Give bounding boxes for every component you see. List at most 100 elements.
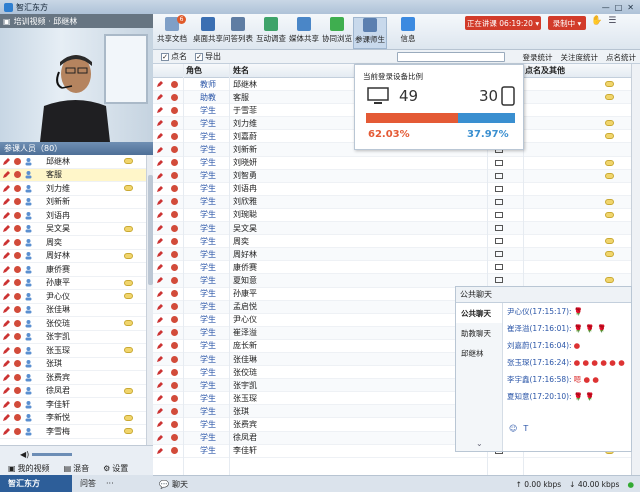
role-cell: 学生 <box>200 236 216 246</box>
chat-tab[interactable]: 邱继林 <box>456 343 502 363</box>
text-format-icon[interactable]: T <box>523 424 528 433</box>
participant-row[interactable]: 张费宾 <box>0 371 146 385</box>
ask-button[interactable]: 问答 <box>80 478 96 489</box>
my-video-button[interactable]: ▣ 我的视频 <box>8 463 50 474</box>
participant-row[interactable]: 客服 <box>0 168 146 182</box>
toolbar-label: 问答列表 <box>223 34 253 43</box>
toolbar-button-7[interactable]: 信息 <box>391 17 425 49</box>
chat-tab[interactable]: 公共聊天 <box>456 303 502 323</box>
emoji-icon[interactable]: ☺ <box>509 424 517 433</box>
col-rollcall[interactable]: 点名及其他 <box>525 65 565 76</box>
participant-row[interactable]: 刘语冉 <box>0 209 146 223</box>
menu-icon[interactable]: ☰ <box>608 16 616 26</box>
participants-scrollbar[interactable] <box>146 155 153 445</box>
name-cell: 客服 <box>233 92 249 102</box>
participant-row[interactable]: 张佼琏 <box>0 317 146 331</box>
participant-row[interactable]: 吴文昊 <box>0 223 146 236</box>
login-stats-link[interactable]: 登录统计 <box>523 52 553 63</box>
settings-button[interactable]: ⚙ 设置 <box>103 463 128 474</box>
device-icon <box>495 198 503 205</box>
grid-row[interactable]: 学生 周好林 <box>153 248 640 262</box>
volume-control[interactable]: ◀) <box>20 450 73 459</box>
maximize-icon[interactable]: □ <box>615 3 623 12</box>
participant-row[interactable]: 尹心仪 <box>0 290 146 304</box>
rollcall-stats-link[interactable]: 点名统计 <box>606 52 636 63</box>
follow-stats-link[interactable]: 关注度统计 <box>561 52 599 63</box>
name-cell: 庞长新 <box>233 341 257 351</box>
col-name[interactable]: 姓名 <box>233 65 249 76</box>
rollcall-checkbox[interactable]: ✓ 点名 <box>161 51 187 62</box>
grid-row[interactable]: 学生 刘晓妍 <box>153 157 640 170</box>
toolbar-button-3[interactable]: 互动调查 <box>254 17 288 49</box>
toolbar-button-1[interactable]: 桌面共享 <box>191 17 225 49</box>
message-bubble-icon <box>605 81 614 88</box>
participant-row[interactable]: 康侨赛 <box>0 263 146 277</box>
participant-row[interactable]: 李新悦 <box>0 412 146 425</box>
name-cell: 刘晓妍 <box>233 158 257 168</box>
toolbar-button-0[interactable]: 共享文档 6 <box>155 15 189 49</box>
pencil-icon <box>157 251 163 258</box>
participant-row[interactable]: 徐凤君 <box>0 385 146 398</box>
pencil-icon <box>3 265 10 273</box>
name-cell: 刘智勇 <box>233 171 257 181</box>
grid-row[interactable]: 学生 康侨赛 <box>153 261 640 275</box>
participant-row[interactable]: 李雪梅 <box>0 425 146 439</box>
participant-name: 客服 <box>46 170 62 180</box>
device-icon <box>495 277 503 284</box>
participant-row[interactable]: 刘力维 <box>0 182 146 196</box>
participant-row[interactable]: 孙康平 <box>0 277 146 290</box>
mic-icon <box>171 185 178 193</box>
toolbar-button-4[interactable]: 媒体共享 <box>287 17 321 49</box>
toolbar-icon <box>297 17 311 31</box>
toolbar-button-2[interactable]: 问答列表 <box>221 17 255 49</box>
chat-toggle-button[interactable]: 💬 聊天 <box>159 479 188 490</box>
participant-row[interactable]: 张琪 <box>0 358 146 371</box>
mic-icon <box>14 387 21 395</box>
grid-row[interactable]: 学生 刘琬聪 <box>153 209 640 223</box>
more-button[interactable]: ··· <box>106 479 114 488</box>
export-button[interactable]: ✓ 导出 <box>195 51 221 62</box>
live-timer-button[interactable]: 正在讲课 06:19:20 ▾ <box>465 16 541 30</box>
mixer-button[interactable]: ▤ 混音 <box>64 463 90 474</box>
participant-row[interactable]: 周奕 <box>0 236 146 250</box>
participants-list[interactable]: 邱继林 客服刘力维 刘新新 刘语冉 吴文昊 周奕 周好林 康侨赛 孙康平 尹心仪 张佳琳 张佼琏 张宇凯… <box>0 155 146 445</box>
grid-row[interactable]: 学生 吴文昊 <box>153 222 640 236</box>
pencil-icon <box>157 277 163 284</box>
toolbar-button-6[interactable]: 参课师生 <box>353 17 387 49</box>
chevron-down-icon[interactable]: ⌄ <box>476 439 483 448</box>
close-icon[interactable]: ✕ <box>627 3 634 12</box>
mic-icon <box>171 434 178 442</box>
user-icon <box>25 333 32 341</box>
volume-slider[interactable] <box>32 453 73 456</box>
user-icon <box>25 211 32 220</box>
name-cell: 邱继林 <box>233 79 257 89</box>
toolbar-button-5[interactable]: 协同浏览 <box>320 17 354 49</box>
chat-tab[interactable]: 助教聊天 <box>456 323 502 343</box>
message-bubble-icon <box>124 185 133 192</box>
name-cell: 张佼琏 <box>233 367 257 377</box>
minimize-icon[interactable]: — <box>602 3 610 12</box>
hand-icon[interactable]: ✋ <box>591 16 602 26</box>
participant-row[interactable]: 周好林 <box>0 250 146 263</box>
grid-row[interactable]: 学生 刘欣雅 <box>153 195 640 209</box>
participant-row[interactable]: 邱继林 <box>0 155 146 169</box>
participant-row[interactable]: 张佳琳 <box>0 304 146 317</box>
chat-message: 崔泽溢(17:16:01): 🌹 🌹 🌹 <box>505 320 629 337</box>
grid-row[interactable]: 学生 周奕 <box>153 235 640 249</box>
participant-row[interactable]: 张玉琛 <box>0 344 146 358</box>
participant-row[interactable]: 张宇凯 <box>0 331 146 344</box>
col-role[interactable]: 角色 <box>186 65 202 76</box>
grid-scrollbar[interactable] <box>631 64 640 475</box>
participant-row[interactable]: 刘新新 <box>0 196 146 209</box>
user-icon <box>25 198 32 206</box>
grid-row[interactable]: 学生 刘智勇 <box>153 169 640 183</box>
toolbar-icon <box>264 17 278 31</box>
connection-status-icon: ● <box>627 479 634 489</box>
mic-icon <box>14 360 21 368</box>
record-button[interactable]: 录制中 ▾ <box>548 16 586 30</box>
message-content: ● ● ● ● ● ● <box>573 358 625 367</box>
participant-row[interactable]: 李佳轩 <box>0 398 146 412</box>
search-input[interactable] <box>397 52 505 62</box>
pencil-icon <box>157 133 163 140</box>
grid-row[interactable]: 学生 刘语冉 <box>153 183 640 196</box>
